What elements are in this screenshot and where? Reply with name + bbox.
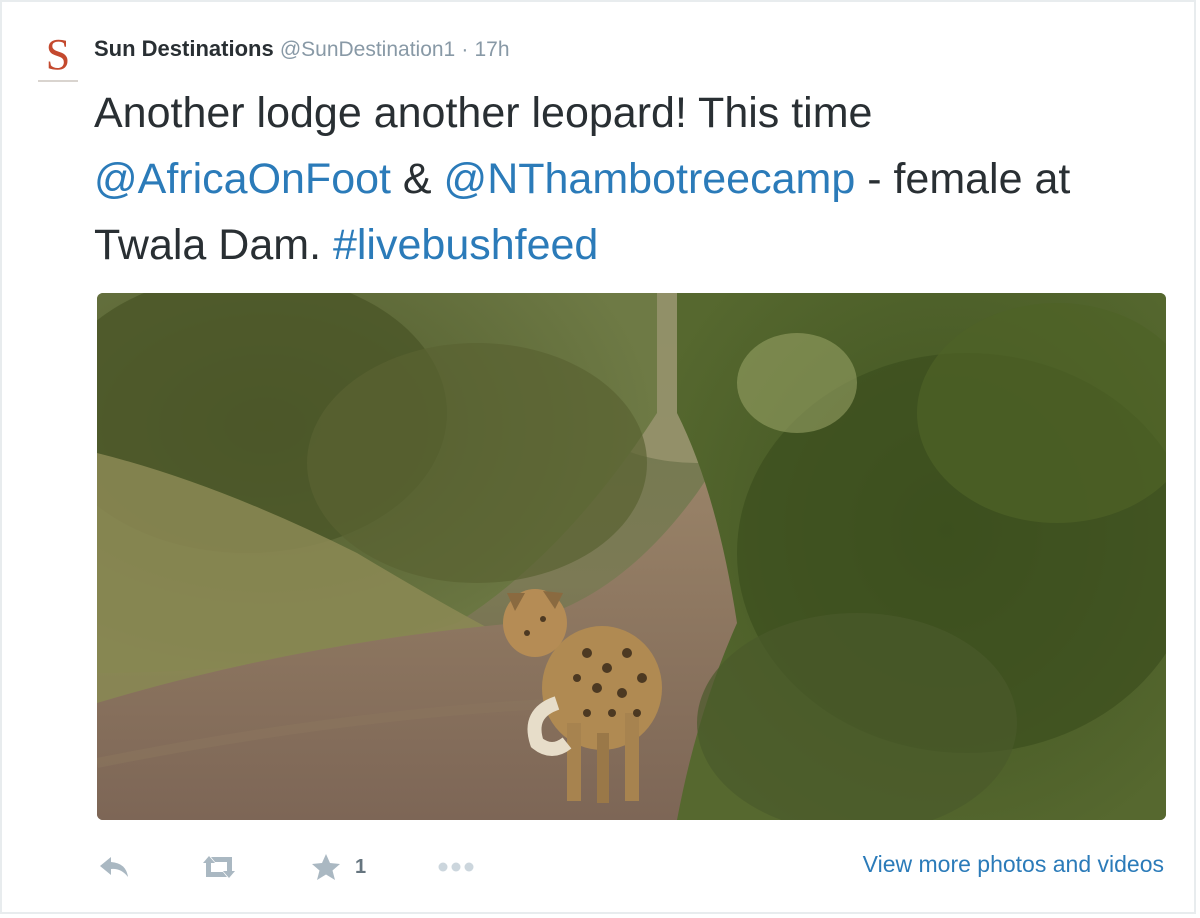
more-dots-icon bbox=[438, 862, 474, 872]
header-separator: · bbox=[461, 38, 469, 61]
hashtag-link[interactable]: #livebushfeed bbox=[333, 221, 598, 269]
avatar-logo-letter: S bbox=[45, 30, 71, 79]
handle[interactable]: @SunDestination1 bbox=[280, 38, 455, 61]
tweet-text-part: Another lodge another leopard! This time bbox=[94, 89, 873, 137]
reply-button[interactable] bbox=[97, 854, 133, 880]
avatar[interactable]: S bbox=[32, 32, 84, 88]
tweet-text-part: & bbox=[390, 155, 444, 203]
leopard-photo-image bbox=[97, 293, 1166, 820]
view-more-photos-link[interactable]: View more photos and videos bbox=[863, 851, 1164, 878]
timestamp[interactable]: 17h bbox=[475, 38, 510, 61]
tweet-text: Another lodge another leopard! This time… bbox=[94, 80, 1164, 278]
tweet-actions: 1 bbox=[97, 847, 476, 887]
tweet-header: Sun Destinations @SunDestination1 · 17h bbox=[94, 34, 510, 65]
favorite-star-icon bbox=[312, 854, 340, 880]
retweet-icon bbox=[203, 856, 235, 878]
retweet-button[interactable] bbox=[199, 854, 243, 880]
favorite-count: 1 bbox=[355, 855, 367, 878]
favorite-button[interactable]: 1 bbox=[311, 853, 366, 881]
tweet-card: S Sun Destinations @SunDestination1 · 17… bbox=[0, 0, 1196, 914]
mention-link[interactable]: @NThambotreecamp bbox=[444, 155, 856, 203]
mention-link[interactable]: @AfricaOnFoot bbox=[94, 155, 391, 203]
reply-icon bbox=[100, 857, 128, 877]
tweet-photo[interactable] bbox=[97, 293, 1166, 820]
more-options-button[interactable] bbox=[436, 860, 476, 874]
avatar-logo-rule bbox=[38, 80, 78, 82]
display-name[interactable]: Sun Destinations bbox=[94, 36, 274, 61]
